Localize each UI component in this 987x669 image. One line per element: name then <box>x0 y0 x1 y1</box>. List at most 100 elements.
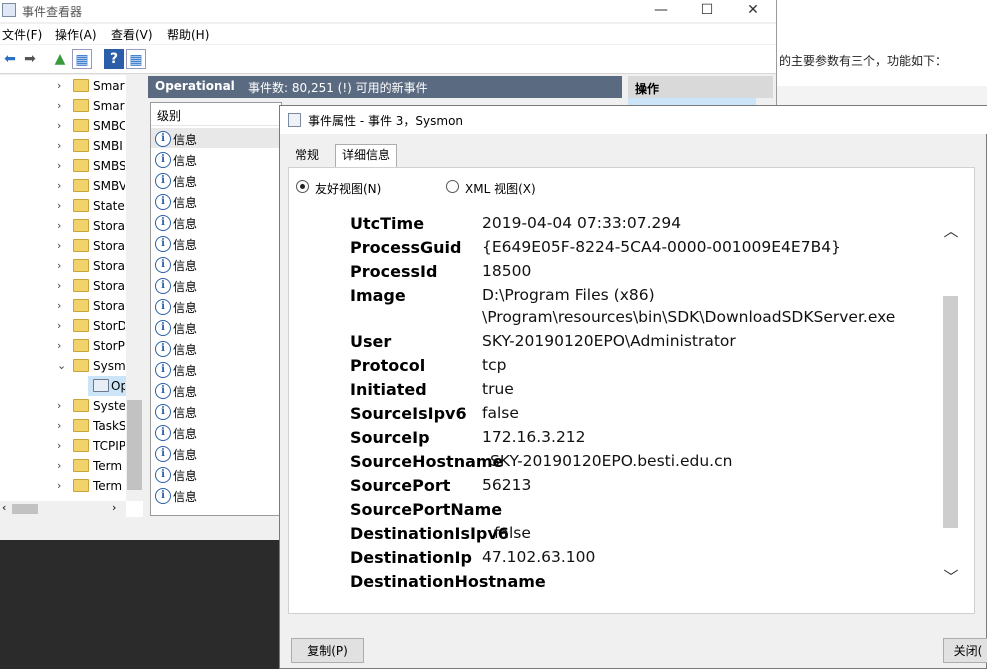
event-row[interactable]: i 信息 <box>155 339 275 360</box>
close-icon[interactable]: ✕ <box>730 0 776 22</box>
scroll-left-icon[interactable]: ‹ <box>2 501 6 514</box>
tree-item[interactable]: › Smar <box>0 96 143 116</box>
event-row[interactable]: i 信息 <box>155 381 275 402</box>
event-row[interactable]: i 信息 <box>155 234 275 255</box>
scroll-down-icon[interactable]: ﹀ <box>942 566 960 587</box>
chevron-right-icon[interactable]: › <box>57 236 61 256</box>
back-arrow-icon[interactable]: ⬅ <box>0 49 20 69</box>
chevron-down-icon[interactable]: ⌄ <box>57 356 66 376</box>
tree-item[interactable]: › StorD <box>0 316 143 336</box>
tab-general[interactable]: 常规 <box>288 145 326 167</box>
tree-hscroll-thumb[interactable] <box>12 504 38 514</box>
tab-details[interactable]: 详细信息 <box>335 144 397 168</box>
event-row[interactable]: i 信息 <box>155 360 275 381</box>
tree-item[interactable]: › Stora <box>0 296 143 316</box>
event-row[interactable]: i 信息 <box>155 171 275 192</box>
chevron-right-icon[interactable]: › <box>57 456 61 476</box>
maximize-icon[interactable]: ☐ <box>684 0 730 22</box>
tree-scroll-thumb[interactable] <box>127 400 142 490</box>
event-row[interactable]: i 信息 <box>155 402 275 423</box>
event-level-label: 信息 <box>173 301 198 315</box>
event-row[interactable]: i 信息 <box>155 276 275 297</box>
tree-item[interactable]: › SMBV <box>0 176 143 196</box>
tree-item[interactable]: › Stora <box>0 236 143 256</box>
chevron-right-icon[interactable]: › <box>57 136 61 156</box>
tree-item[interactable]: › Term <box>0 476 143 496</box>
tree-item-label: StorD <box>93 319 125 333</box>
field-value: tcp <box>482 356 507 374</box>
tree-item[interactable]: ⌄ Sysm <box>0 356 143 376</box>
close-button[interactable]: 关闭( <box>943 638 987 663</box>
tree-item[interactable]: › Smar <box>0 76 143 96</box>
chevron-right-icon[interactable]: › <box>57 176 61 196</box>
event-level-label: 信息 <box>173 259 198 273</box>
tree-item[interactable]: › TCPIP <box>0 436 143 456</box>
minimize-icon[interactable]: — <box>638 0 684 22</box>
chevron-right-icon[interactable]: › <box>57 216 61 236</box>
event-row[interactable]: i 信息 <box>155 318 275 339</box>
help-icon[interactable]: ? <box>104 49 124 69</box>
chevron-right-icon[interactable]: › <box>57 76 61 96</box>
tree-horizontal-scrollbar[interactable]: ‹ › <box>0 501 126 517</box>
tree-item[interactable]: Op <box>0 376 143 396</box>
chevron-right-icon[interactable]: › <box>57 276 61 296</box>
scroll-up-icon[interactable]: ︿ <box>942 220 960 241</box>
chevron-right-icon[interactable]: › <box>57 436 61 456</box>
up-folder-icon[interactable]: ▲ <box>50 49 70 69</box>
show-hide-action-pane-icon[interactable]: ▦ <box>126 49 146 69</box>
event-row[interactable]: i 信息 <box>155 444 275 465</box>
radio-xml-view[interactable] <box>446 180 459 193</box>
chevron-right-icon[interactable]: › <box>57 396 61 416</box>
column-level[interactable]: 级别 <box>157 107 181 124</box>
forward-arrow-icon[interactable]: ➡ <box>20 49 40 69</box>
tree-item[interactable]: › Statel <box>0 196 143 216</box>
folder-icon <box>73 219 89 232</box>
tree-item[interactable]: › StorP <box>0 336 143 356</box>
friendly-view-label[interactable]: 友好视图(N) <box>315 180 381 197</box>
tree-item-label: Stora <box>93 239 125 253</box>
event-row[interactable]: i 信息 <box>155 192 275 213</box>
tree-item[interactable]: › Stora <box>0 276 143 296</box>
show-hide-tree-icon[interactable]: ▦ <box>72 49 92 69</box>
event-row[interactable]: i 信息 <box>155 255 275 276</box>
tree-item[interactable]: › SMBI <box>0 136 143 156</box>
event-row[interactable]: i 信息 <box>155 129 275 150</box>
chevron-right-icon[interactable]: › <box>57 156 61 176</box>
copy-button[interactable]: 复制(P) <box>291 638 364 663</box>
chevron-right-icon[interactable]: › <box>57 336 61 356</box>
event-row[interactable]: i 信息 <box>155 213 275 234</box>
field-value: true <box>482 380 514 398</box>
menu-action[interactable]: 操作(A) <box>55 26 97 43</box>
tree-item[interactable]: › Term <box>0 456 143 476</box>
folder-icon <box>73 339 89 352</box>
chevron-right-icon[interactable]: › <box>57 296 61 316</box>
tree-item[interactable]: › Stora <box>0 256 143 276</box>
chevron-right-icon[interactable]: › <box>57 416 61 436</box>
tree-item-label: Smar <box>93 79 125 93</box>
tree-item[interactable]: › TaskS <box>0 416 143 436</box>
chevron-right-icon[interactable]: › <box>57 316 61 336</box>
chevron-right-icon[interactable]: › <box>57 96 61 116</box>
chevron-right-icon[interactable]: › <box>57 116 61 136</box>
xml-view-label[interactable]: XML 视图(X) <box>465 180 536 197</box>
tree-item[interactable]: › Syste <box>0 396 143 416</box>
tree-item[interactable]: › Stora <box>0 216 143 236</box>
chevron-right-icon[interactable]: › <box>57 476 61 496</box>
chevron-right-icon[interactable]: › <box>57 256 61 276</box>
menu-view[interactable]: 查看(V) <box>111 26 153 43</box>
tree-item-label: SMBC <box>93 119 125 133</box>
menu-file[interactable]: 文件(F) <box>2 26 42 43</box>
tree-item[interactable]: › SMBC <box>0 116 143 136</box>
menu-help[interactable]: 帮助(H) <box>167 26 209 43</box>
field-name: User <box>350 332 392 351</box>
tree-item[interactable]: › SMBS <box>0 156 143 176</box>
detail-scroll-thumb[interactable] <box>943 296 958 528</box>
event-row[interactable]: i 信息 <box>155 297 275 318</box>
event-row[interactable]: i 信息 <box>155 423 275 444</box>
event-row[interactable]: i 信息 <box>155 465 275 486</box>
chevron-right-icon[interactable]: › <box>57 196 61 216</box>
event-row[interactable]: i 信息 <box>155 486 275 507</box>
event-row[interactable]: i 信息 <box>155 150 275 171</box>
folder-icon <box>73 99 89 112</box>
scroll-right-icon[interactable]: › <box>112 501 116 514</box>
